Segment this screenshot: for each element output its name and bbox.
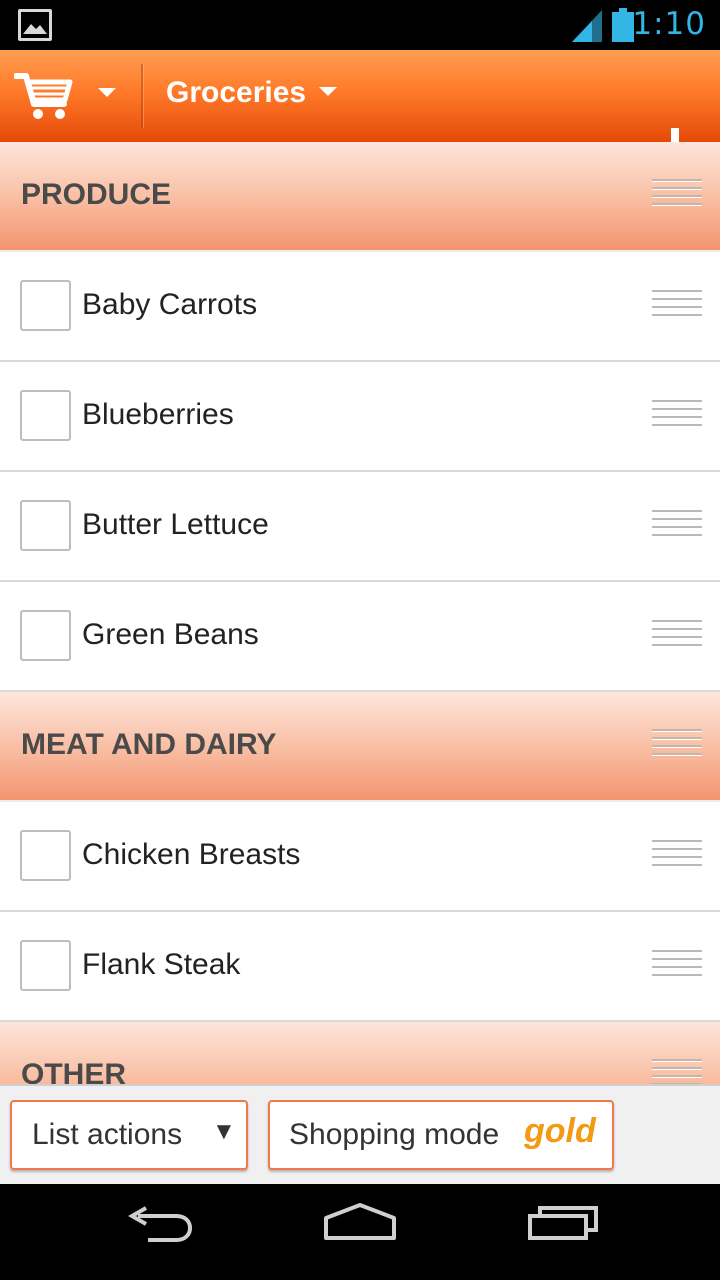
- battery-icon: [612, 8, 634, 42]
- item-checkbox[interactable]: [20, 830, 71, 881]
- section-header-produce[interactable]: PRODUCE: [0, 142, 720, 252]
- action-bar-divider: [141, 64, 143, 128]
- item-checkbox[interactable]: [20, 280, 71, 331]
- bottom-toolbar: List actions ▼ Shopping mode gold: [0, 1084, 720, 1184]
- back-icon[interactable]: [124, 1204, 196, 1248]
- drag-handle-icon[interactable]: [652, 400, 702, 430]
- item-label: Green Beans: [82, 618, 259, 651]
- item-checkbox[interactable]: [20, 500, 71, 551]
- drag-handle-icon[interactable]: [652, 950, 702, 980]
- drag-handle-icon[interactable]: [652, 179, 702, 209]
- drag-handle-icon[interactable]: [652, 510, 702, 540]
- list-dropdown-caret-icon[interactable]: [319, 87, 337, 96]
- status-bar: 1:10: [0, 0, 720, 50]
- list-title[interactable]: Groceries: [166, 76, 306, 110]
- drag-handle-icon[interactable]: [652, 729, 702, 759]
- picture-icon: [18, 9, 52, 41]
- item-checkbox[interactable]: [20, 610, 71, 661]
- shopping-mode-label: Shopping mode: [289, 1118, 500, 1151]
- gold-badge: gold: [524, 1112, 596, 1150]
- list-actions-label: List actions: [32, 1118, 183, 1151]
- section-header-meat-and-dairy[interactable]: MEAT AND DAIRY: [0, 692, 720, 802]
- section-title: PRODUCE: [21, 178, 172, 211]
- cart-icon[interactable]: [14, 70, 74, 122]
- shopping-mode-button[interactable]: Shopping mode gold: [268, 1100, 614, 1170]
- list-item[interactable]: Butter Lettuce: [0, 472, 720, 582]
- list-item[interactable]: Flank Steak: [0, 912, 720, 1022]
- item-label: Baby Carrots: [82, 288, 258, 321]
- item-label: Flank Steak: [82, 948, 241, 981]
- signal-icon: [572, 10, 602, 42]
- drag-handle-icon[interactable]: [652, 620, 702, 650]
- section-title: OTHER: [21, 1058, 126, 1084]
- item-checkbox[interactable]: [20, 390, 71, 441]
- navigation-bar: [0, 1184, 720, 1280]
- recent-apps-icon[interactable]: [526, 1202, 600, 1242]
- action-bar: Groceries: [0, 50, 720, 164]
- home-icon[interactable]: [322, 1202, 398, 1242]
- drag-handle-icon[interactable]: [652, 1059, 702, 1084]
- cart-dropdown-caret-icon[interactable]: [98, 88, 116, 97]
- list-item[interactable]: Blueberries: [0, 362, 720, 472]
- list-item[interactable]: Baby Carrots: [0, 252, 720, 362]
- drag-handle-icon[interactable]: [652, 840, 702, 870]
- grocery-list[interactable]: PRODUCE Baby Carrots Blueberries Butter …: [0, 142, 720, 1084]
- list-actions-button[interactable]: List actions ▼: [10, 1100, 248, 1170]
- section-header-other[interactable]: OTHER: [0, 1022, 720, 1084]
- section-title: MEAT AND DAIRY: [21, 728, 277, 761]
- list-item[interactable]: Green Beans: [0, 582, 720, 692]
- list-item[interactable]: Chicken Breasts: [0, 802, 720, 912]
- item-label: Blueberries: [82, 398, 234, 431]
- drag-handle-icon[interactable]: [652, 290, 702, 320]
- item-checkbox[interactable]: [20, 940, 71, 991]
- dropdown-arrow-icon: ▼: [212, 1118, 236, 1145]
- item-label: Chicken Breasts: [82, 838, 301, 871]
- item-label: Butter Lettuce: [82, 508, 269, 541]
- clock: 1:10: [632, 6, 706, 42]
